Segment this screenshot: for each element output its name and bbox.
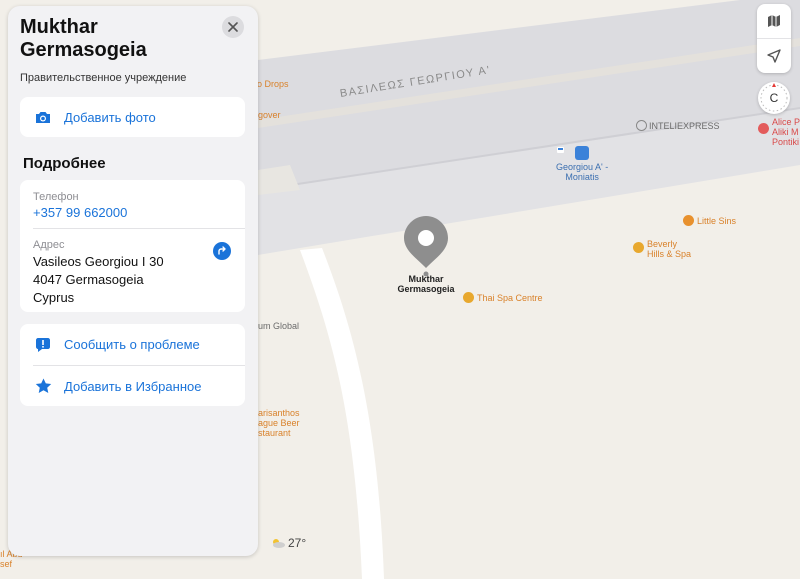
details-card: Телефон +357 99 662000 Адрес Vasileos Ge… bbox=[20, 180, 245, 312]
place-category: Правительственное учреждение bbox=[20, 72, 187, 84]
map-pin[interactable] bbox=[402, 214, 450, 278]
poi-gover[interactable]: gover bbox=[258, 110, 281, 120]
address-line3: Cyprus bbox=[33, 290, 75, 305]
add-favorite-button[interactable]: Добавить в Избранное bbox=[20, 366, 245, 406]
add-photo-button[interactable]: Добавить фото bbox=[20, 97, 245, 137]
report-problem-button[interactable]: Сообщить о проблеме bbox=[20, 324, 245, 365]
store-icon bbox=[636, 120, 647, 131]
poi-inteliexpress[interactable]: INTELIEXPRESS bbox=[636, 120, 720, 131]
phone-value[interactable]: +357 99 662000 bbox=[33, 205, 127, 220]
spa-icon bbox=[633, 242, 644, 253]
phone-row[interactable]: Телефон +357 99 662000 bbox=[33, 191, 127, 220]
poi-alice[interactable]: Alice P Aliki M Pontiki bbox=[758, 117, 800, 147]
phone-label: Телефон bbox=[33, 191, 79, 203]
poi-drops[interactable]: o Drops bbox=[257, 79, 289, 89]
pin-icon bbox=[404, 216, 448, 277]
close-button[interactable] bbox=[222, 16, 244, 38]
details-heading: Подробнее bbox=[23, 155, 106, 172]
address-line1: Vasileos Georgiou I 30 bbox=[33, 254, 164, 269]
poi-um-global[interactable]: um Global bbox=[258, 321, 299, 331]
restaurant-icon bbox=[758, 123, 769, 134]
location-arrow-icon bbox=[767, 49, 781, 63]
directions-button[interactable] bbox=[213, 242, 231, 260]
spa-icon bbox=[463, 292, 474, 303]
place-panel: Mukthar Germasogeia Правительственное уч… bbox=[8, 6, 258, 556]
details-divider bbox=[33, 228, 245, 229]
poi-beverly[interactable]: Beverly Hills & Spa bbox=[633, 239, 691, 259]
partly-cloudy-icon bbox=[273, 539, 285, 548]
add-photo-card: Добавить фото bbox=[20, 97, 245, 137]
map-mode-button[interactable] bbox=[757, 4, 791, 38]
report-problem-label: Сообщить о проблеме bbox=[64, 337, 200, 352]
place-title: Mukthar Germasogeia bbox=[20, 16, 147, 61]
poi-charisanthos[interactable]: arisanthos ague Beer staurant bbox=[258, 408, 300, 438]
location-button[interactable] bbox=[757, 39, 791, 73]
directions-icon bbox=[218, 246, 226, 255]
bus-icon bbox=[557, 146, 590, 160]
exclamation-bubble-icon bbox=[34, 336, 52, 354]
temperature: 27° bbox=[288, 536, 307, 550]
address-row[interactable]: Адрес Vasileos Georgiou I 30 4047 Germas… bbox=[33, 239, 164, 307]
close-icon bbox=[228, 22, 238, 32]
star-icon bbox=[34, 377, 52, 395]
map-controls bbox=[757, 4, 791, 73]
shop-icon bbox=[683, 215, 694, 226]
address-label: Адрес bbox=[33, 239, 65, 251]
address-line2: 4047 Germasogeia bbox=[33, 272, 144, 287]
poi-thai-spa[interactable]: Thai Spa Centre bbox=[463, 292, 543, 303]
map-icon bbox=[768, 15, 780, 27]
actions-card: Сообщить о проблеме Добавить в Избранное bbox=[20, 324, 245, 406]
poi-little-sins[interactable]: Little Sins bbox=[683, 215, 736, 226]
weather-indicator: 27° bbox=[270, 536, 306, 550]
pin-label: Mukthar Germasogeia bbox=[397, 274, 455, 294]
camera-icon bbox=[34, 108, 52, 126]
add-photo-label: Добавить фото bbox=[64, 109, 156, 125]
compass-letter: С bbox=[769, 91, 779, 105]
compass-button[interactable]: С bbox=[758, 82, 790, 114]
add-favorite-label: Добавить в Избранное bbox=[64, 378, 202, 394]
poi-bus-stop[interactable]: Georgiou A' - Moniatis bbox=[556, 146, 608, 182]
